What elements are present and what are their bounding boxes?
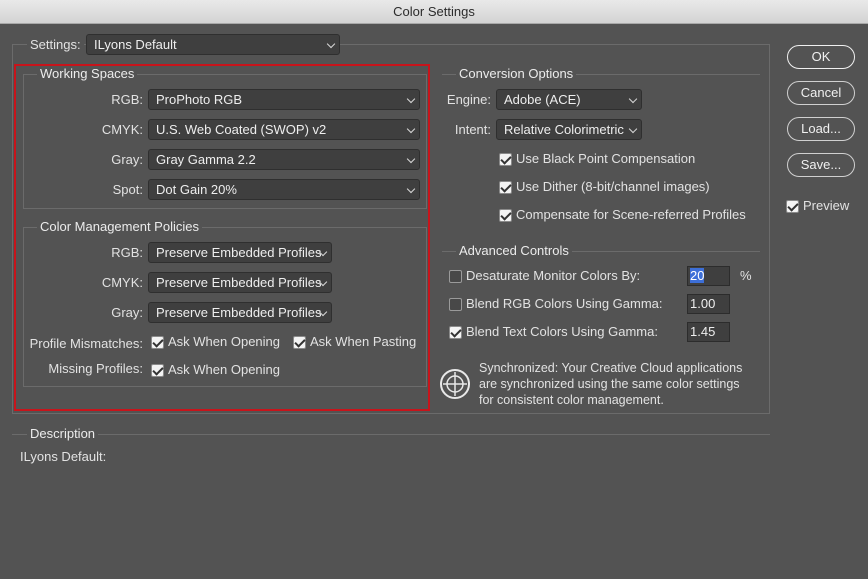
ask-when-pasting-checkbox[interactable] (293, 336, 306, 349)
save-button[interactable]: Save... (787, 153, 855, 177)
window-title-bar: Color Settings (0, 0, 868, 24)
settings-value: ILyons Default (94, 37, 177, 52)
blend-text-value: 1.45 (690, 324, 716, 339)
ws-rgb-label: RGB: (111, 92, 143, 107)
missing-ask-when-opening-checkbox[interactable] (151, 364, 164, 377)
load-button[interactable]: Load... (787, 117, 855, 141)
ok-button[interactable]: OK (787, 45, 855, 69)
dither-checkbox[interactable] (499, 181, 512, 194)
ws-gray-select[interactable]: Gray Gamma 2.2 (148, 149, 420, 170)
desaturate-unit: % (740, 268, 752, 283)
ws-spot-value: Dot Gain 20% (156, 182, 237, 197)
policy-cmyk-select[interactable]: Preserve Embedded Profiles (148, 272, 332, 293)
cancel-button[interactable]: Cancel (787, 81, 855, 105)
ask-when-opening-label[interactable]: Ask When Opening (168, 334, 280, 349)
policy-rgb-select[interactable]: Preserve Embedded Profiles (148, 242, 332, 263)
conversion-title: Conversion Options (456, 66, 577, 81)
desaturate-input[interactable]: 20 (687, 266, 730, 286)
blend-text-label[interactable]: Blend Text Colors Using Gamma: (466, 324, 658, 339)
desaturate-label[interactable]: Desaturate Monitor Colors By: (466, 268, 640, 283)
engine-value: Adobe (ACE) (504, 92, 581, 107)
working-spaces-title: Working Spaces (37, 66, 138, 81)
blend-rgb-checkbox[interactable] (449, 298, 462, 311)
policy-cmyk-value: Preserve Embedded Profiles (156, 275, 322, 290)
blend-rgb-value: 1.00 (690, 296, 716, 311)
black-point-label[interactable]: Use Black Point Compensation (516, 151, 695, 166)
policy-gray-select[interactable]: Preserve Embedded Profiles (148, 302, 332, 323)
chevron-down-icon (406, 94, 416, 104)
chevron-down-icon (628, 124, 638, 134)
ws-cmyk-select[interactable]: U.S. Web Coated (SWOP) v2 (148, 119, 420, 140)
engine-select[interactable]: Adobe (ACE) (496, 89, 642, 110)
policy-cmyk-label: CMYK: (101, 275, 143, 290)
description-text: ILyons Default: (20, 449, 107, 464)
description-group (12, 434, 770, 574)
sync-line-1: Synchronized: Your Creative Cloud applic… (479, 361, 743, 375)
chevron-down-icon (326, 39, 336, 49)
blend-text-checkbox[interactable] (449, 326, 462, 339)
policy-rgb-value: Preserve Embedded Profiles (156, 245, 322, 260)
window-title: Color Settings (393, 4, 475, 19)
desaturate-checkbox[interactable] (449, 270, 462, 283)
blend-rgb-input[interactable]: 1.00 (687, 294, 730, 314)
ws-rgb-value: ProPhoto RGB (156, 92, 242, 107)
missing-profiles-label: Missing Profiles: (48, 361, 143, 376)
description-title: Description (27, 426, 99, 441)
scene-referred-checkbox[interactable] (499, 209, 512, 222)
ws-cmyk-label: CMYK: (101, 122, 143, 137)
sync-message: Synchronized: Your Creative Cloud applic… (479, 360, 742, 408)
black-point-checkbox[interactable] (499, 153, 512, 166)
engine-label: Engine: (446, 92, 491, 107)
ask-when-opening-checkbox[interactable] (151, 336, 164, 349)
chevron-down-icon (628, 94, 638, 104)
ws-rgb-select[interactable]: ProPhoto RGB (148, 89, 420, 110)
profile-mismatches-label: Profile Mismatches: (29, 336, 143, 351)
chevron-down-icon (406, 154, 416, 164)
ws-spot-label: Spot: (112, 182, 143, 197)
missing-ask-when-opening-label[interactable]: Ask When Opening (168, 362, 280, 377)
intent-label: Intent: (454, 122, 491, 137)
chevron-down-icon (406, 124, 416, 134)
sync-globe-icon (440, 369, 470, 399)
blend-text-input[interactable]: 1.45 (687, 322, 730, 342)
settings-label: Settings: (27, 37, 84, 52)
ws-cmyk-value: U.S. Web Coated (SWOP) v2 (156, 122, 327, 137)
dither-label[interactable]: Use Dither (8-bit/channel images) (516, 179, 710, 194)
intent-value: Relative Colorimetric (504, 122, 624, 137)
preview-label[interactable]: Preview (803, 198, 849, 213)
policies-title: Color Management Policies (37, 219, 202, 234)
preview-checkbox[interactable] (786, 200, 799, 213)
sync-line-3: for consistent color management. (479, 393, 664, 407)
settings-select[interactable]: ILyons Default (86, 34, 340, 55)
ws-spot-select[interactable]: Dot Gain 20% (148, 179, 420, 200)
ask-when-pasting-label[interactable]: Ask When Pasting (310, 334, 416, 349)
policy-gray-value: Preserve Embedded Profiles (156, 305, 322, 320)
policy-gray-label: Gray: (111, 305, 143, 320)
desaturate-value: 20 (690, 268, 705, 283)
intent-select[interactable]: Relative Colorimetric (496, 119, 642, 140)
chevron-down-icon (406, 184, 416, 194)
policy-rgb-label: RGB: (111, 245, 143, 260)
blend-rgb-label[interactable]: Blend RGB Colors Using Gamma: (466, 296, 663, 311)
sync-line-2: are synchronized using the same color se… (479, 377, 740, 391)
ws-gray-label: Gray: (111, 152, 143, 167)
advanced-title: Advanced Controls (456, 243, 572, 258)
scene-referred-label[interactable]: Compensate for Scene-referred Profiles (516, 207, 746, 222)
ws-gray-value: Gray Gamma 2.2 (156, 152, 256, 167)
